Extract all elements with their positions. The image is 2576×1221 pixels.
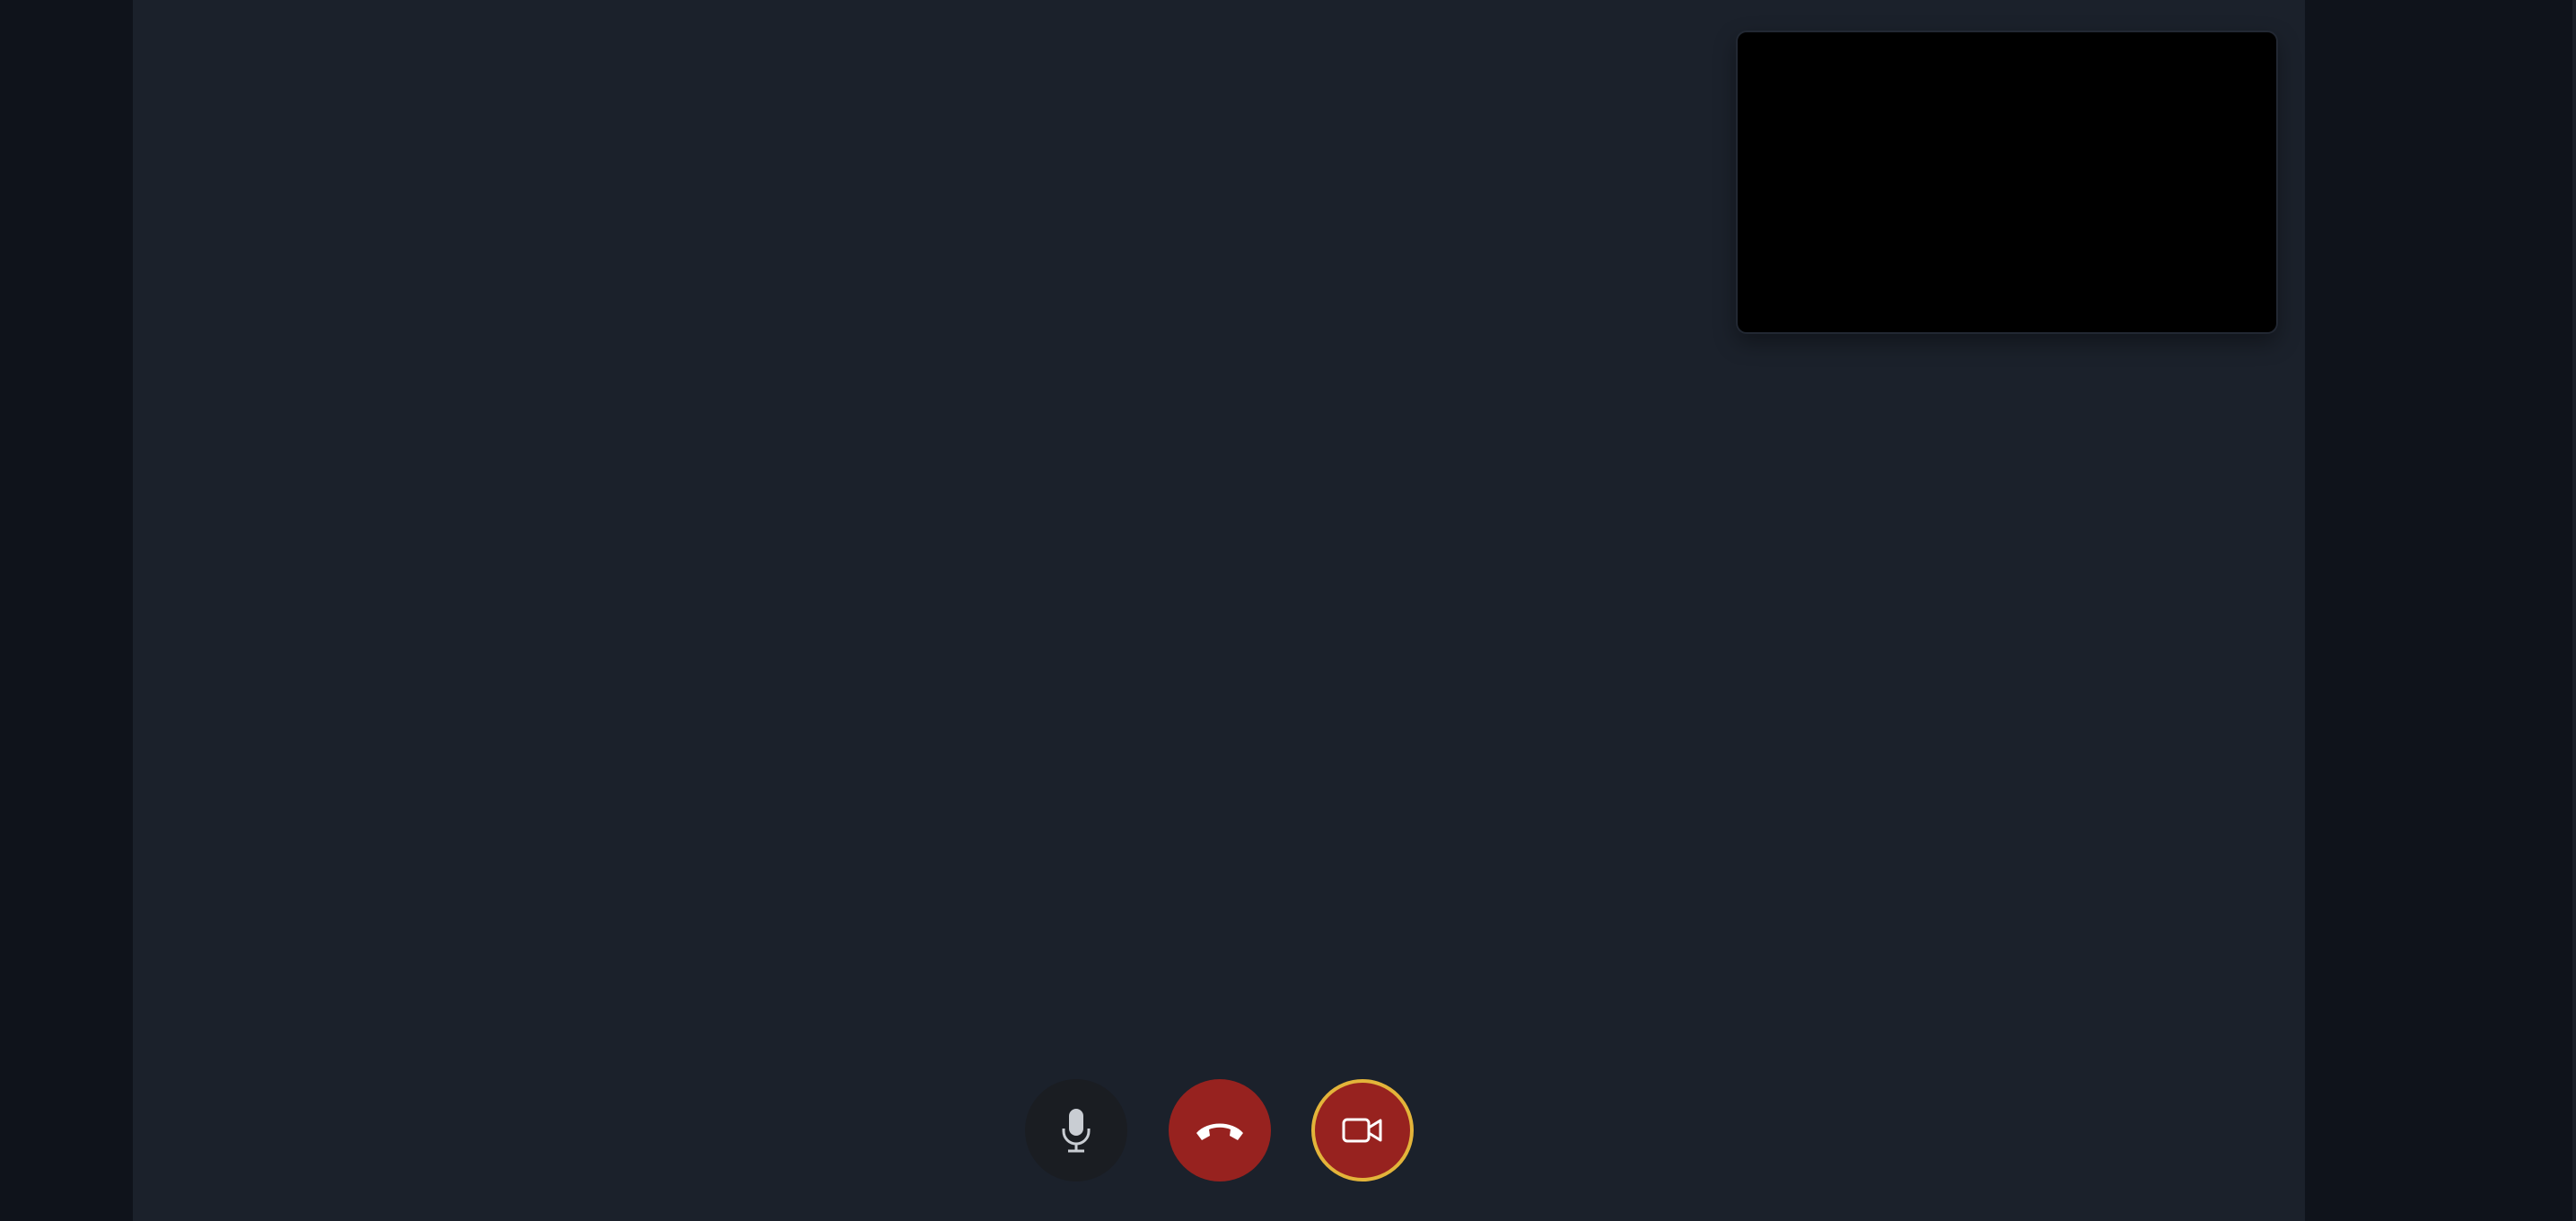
microphone-icon bbox=[1056, 1107, 1096, 1154]
video-camera-icon bbox=[1342, 1116, 1383, 1145]
mute-microphone-button[interactable] bbox=[1025, 1079, 1127, 1181]
window-edge bbox=[2572, 0, 2576, 1221]
self-view-video bbox=[1736, 31, 2278, 334]
video-call-window bbox=[0, 0, 2576, 1221]
end-call-button[interactable] bbox=[1169, 1079, 1271, 1181]
phone-hangup-icon bbox=[1193, 1117, 1247, 1144]
toggle-camera-button[interactable] bbox=[1311, 1079, 1414, 1181]
call-controls bbox=[0, 1079, 2576, 1181]
